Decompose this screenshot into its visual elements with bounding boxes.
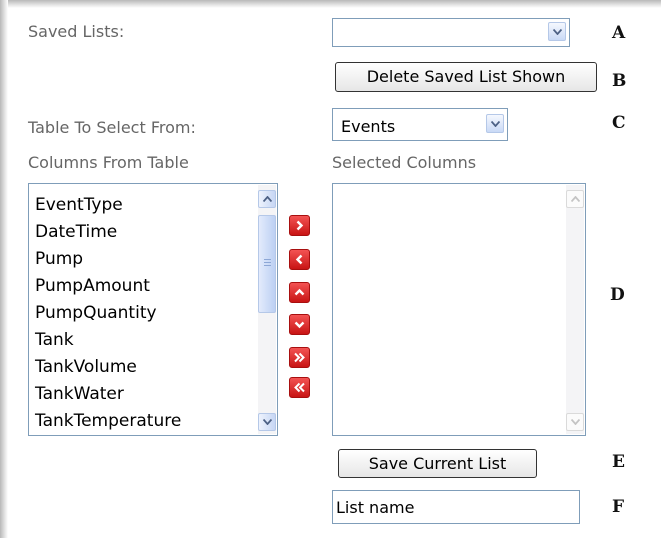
table-to-select-label: Table To Select From: [28, 118, 196, 137]
move-down-button[interactable] [289, 314, 310, 335]
dropdown-arrow-icon[interactable] [486, 114, 504, 133]
window-frame-left [0, 0, 8, 538]
add-all-button[interactable] [289, 347, 310, 368]
chevron-down-icon [294, 321, 305, 329]
annotation-f: F [612, 497, 625, 517]
selected-columns-listbox[interactable] [332, 183, 586, 436]
scroll-down-icon[interactable] [258, 413, 276, 431]
list-item[interactable]: PumpAmount [35, 273, 181, 300]
scroll-down-icon[interactable] [566, 413, 584, 431]
saved-lists-select[interactable] [332, 18, 570, 47]
dropdown-arrow-icon[interactable] [548, 22, 566, 41]
list-item[interactable]: TankVolume [35, 354, 181, 381]
chevron-left-icon [295, 254, 303, 265]
chevron-right-icon [296, 220, 304, 231]
chevron-up-icon [294, 288, 305, 296]
window-frame-top [0, 0, 661, 8]
double-chevron-left-icon [294, 382, 305, 393]
list-item[interactable]: DateTime [35, 219, 181, 246]
save-current-list-button[interactable]: Save Current List [338, 449, 537, 478]
scroll-up-icon[interactable] [258, 190, 276, 208]
columns-from-table-label: Columns From Table [28, 153, 189, 172]
list-item[interactable]: EventType [35, 192, 181, 219]
table-select[interactable]: Events [332, 108, 508, 141]
table-select-value: Events [341, 117, 396, 136]
columns-scrollbar[interactable] [258, 185, 276, 434]
move-up-button[interactable] [289, 282, 310, 303]
list-item[interactable]: TankTemperature [35, 408, 181, 435]
saved-lists-label: Saved Lists: [28, 22, 125, 41]
scroll-thumb[interactable] [258, 215, 276, 313]
remove-selected-button[interactable] [289, 249, 310, 270]
annotation-c: C [612, 113, 626, 133]
scroll-up-icon[interactable] [566, 190, 584, 208]
list-item[interactable]: PumpQuantity [35, 300, 181, 327]
annotation-d: D [610, 285, 625, 305]
annotation-a: A [612, 23, 626, 43]
selected-columns-label: Selected Columns [332, 153, 477, 172]
annotation-b: B [612, 71, 627, 86]
list-item[interactable]: TankWater [35, 381, 181, 408]
delete-saved-list-button[interactable]: Delete Saved List Shown [335, 62, 597, 92]
list-name-input[interactable] [332, 490, 580, 524]
annotation-e: E [612, 452, 625, 472]
columns-from-table-listbox[interactable]: EventType DateTime Pump PumpAmount PumpQ… [28, 183, 278, 436]
selected-columns-scrollbar[interactable] [566, 185, 584, 434]
list-item[interactable]: Pump [35, 246, 181, 273]
add-selected-button[interactable] [289, 215, 310, 236]
columns-list-items: EventType DateTime Pump PumpAmount PumpQ… [35, 192, 181, 435]
remove-all-button[interactable] [289, 377, 310, 398]
list-item[interactable]: Tank [35, 327, 181, 354]
double-chevron-right-icon [294, 352, 305, 363]
